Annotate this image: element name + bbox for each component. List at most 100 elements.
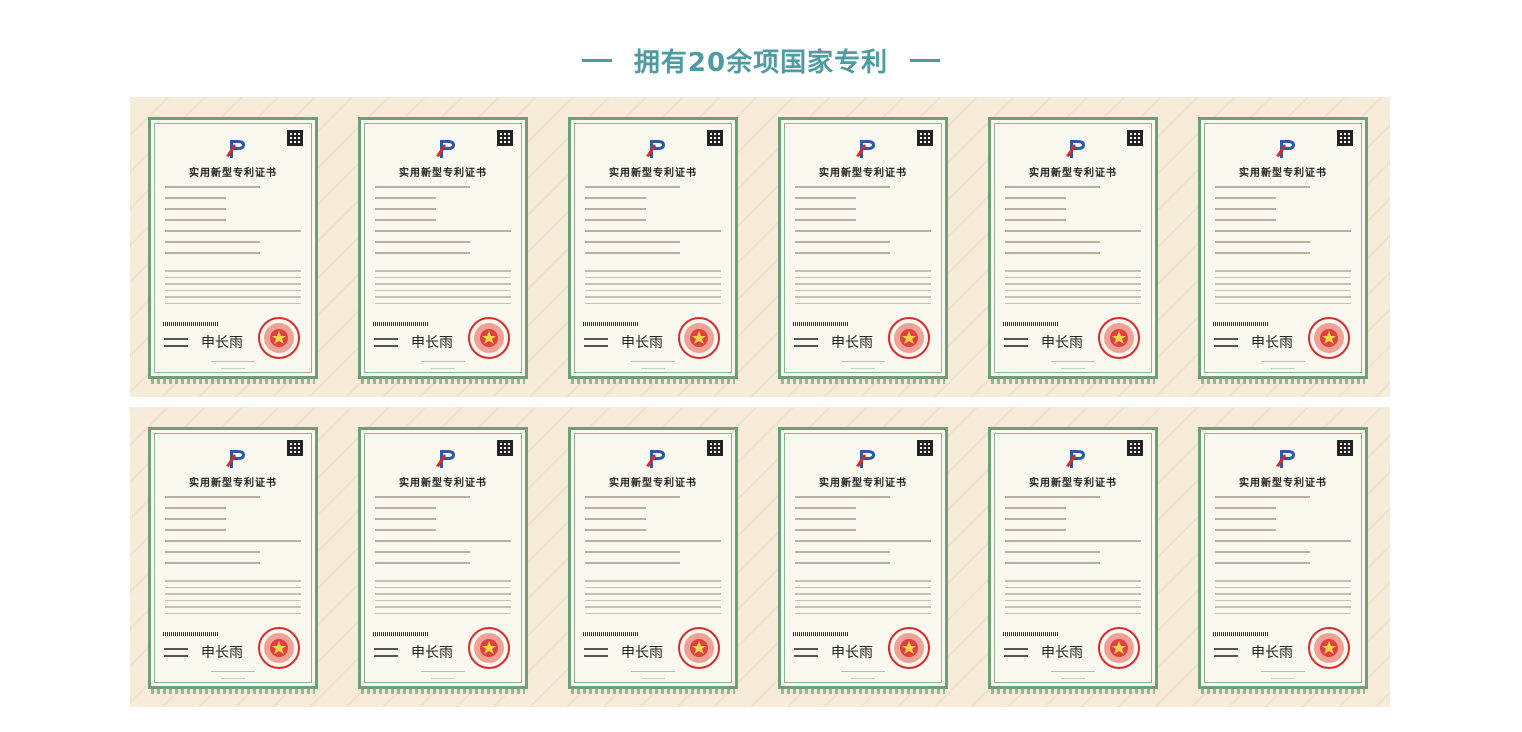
certificate-fields xyxy=(1005,186,1141,263)
barcode xyxy=(1003,632,1059,636)
barcode xyxy=(793,322,849,326)
certificate-body-text xyxy=(585,580,721,619)
certificate-body-text xyxy=(165,580,301,619)
cnipa-logo-icon xyxy=(436,450,455,468)
qr-code-icon xyxy=(1337,440,1353,456)
signature-labels xyxy=(1214,648,1238,662)
certificate-fields xyxy=(375,496,511,573)
barcode xyxy=(1003,322,1059,326)
certificate-body-text xyxy=(1215,270,1351,309)
cnipa-logo-icon xyxy=(1276,450,1295,468)
qr-code-icon xyxy=(287,130,303,146)
certificate-fields xyxy=(585,186,721,263)
signature: 申长雨 xyxy=(411,335,453,351)
red-seal-icon xyxy=(888,627,930,669)
signature: 申长雨 xyxy=(1251,645,1293,661)
signature-labels xyxy=(1004,338,1028,352)
barcode xyxy=(163,322,219,326)
certificate-body-text xyxy=(795,580,931,619)
patent-certificate: 实用新型专利证书 申长雨 xyxy=(1198,117,1368,384)
red-seal-icon xyxy=(1098,317,1140,359)
signature: 申长雨 xyxy=(831,335,873,351)
signature-labels xyxy=(584,648,608,662)
qr-code-icon xyxy=(1337,130,1353,146)
certificate-title: 实用新型专利证书 xyxy=(399,168,487,179)
patent-certificate: 实用新型专利证书 申长雨 xyxy=(1198,427,1368,694)
certificate-body-text xyxy=(375,580,511,619)
cnipa-logo-icon xyxy=(856,450,875,468)
patent-certificate: 实用新型专利证书 申长雨 xyxy=(148,117,318,384)
signature: 申长雨 xyxy=(411,645,453,661)
patent-certificate: 实用新型专利证书 申长雨 xyxy=(568,427,738,694)
red-seal-icon xyxy=(258,627,300,669)
signature-labels xyxy=(374,648,398,662)
certificate-body-text xyxy=(1215,580,1351,619)
certificate-body-text xyxy=(375,270,511,309)
signature-labels xyxy=(794,648,818,662)
signature: 申长雨 xyxy=(621,335,663,351)
certificate-title: 实用新型专利证书 xyxy=(189,478,277,489)
barcode xyxy=(583,322,639,326)
patent-certificate: 实用新型专利证书 申长雨 xyxy=(778,117,948,384)
cnipa-logo-icon xyxy=(226,450,245,468)
red-seal-icon xyxy=(888,317,930,359)
qr-code-icon xyxy=(707,130,723,146)
cnipa-logo-icon xyxy=(646,450,665,468)
cnipa-logo-icon xyxy=(1276,140,1295,158)
certificate-body-text xyxy=(795,270,931,309)
patent-certificate: 实用新型专利证书 申长雨 xyxy=(988,117,1158,384)
signature: 申长雨 xyxy=(1251,335,1293,351)
certificate-fields xyxy=(1005,496,1141,573)
patent-certificate: 实用新型专利证书 申长雨 xyxy=(148,427,318,694)
section-title: 拥有20余项国家专利 xyxy=(0,42,1522,79)
patent-certificate: 实用新型专利证书 申长雨 xyxy=(358,117,528,384)
signature-labels xyxy=(164,338,188,352)
signature-labels xyxy=(1004,648,1028,662)
certificate-fields xyxy=(795,496,931,573)
signature-labels xyxy=(584,338,608,352)
certificate-fields xyxy=(1215,496,1351,573)
certificate-title: 实用新型专利证书 xyxy=(819,478,907,489)
qr-code-icon xyxy=(917,440,933,456)
red-seal-icon xyxy=(1098,627,1140,669)
patent-certificate: 实用新型专利证书 申长雨 xyxy=(778,427,948,694)
barcode xyxy=(793,632,849,636)
patent-certificate: 实用新型专利证书 申长雨 xyxy=(358,427,528,694)
signature: 申长雨 xyxy=(201,335,243,351)
certificate-row-2: 实用新型专利证书 申长雨 实用新型专利证书 申长雨 实用新型专利证书 申长雨 实… xyxy=(130,407,1390,707)
red-seal-icon xyxy=(468,317,510,359)
certificate-fields xyxy=(1215,186,1351,263)
certificate-title: 实用新型专利证书 xyxy=(1239,478,1327,489)
signature-labels xyxy=(164,648,188,662)
certificate-body-text xyxy=(585,270,721,309)
cnipa-logo-icon xyxy=(1066,140,1085,158)
certificate-title: 实用新型专利证书 xyxy=(399,478,487,489)
signature-labels xyxy=(794,338,818,352)
barcode xyxy=(1213,322,1269,326)
barcode xyxy=(163,632,219,636)
certificate-fields xyxy=(165,496,301,573)
cnipa-logo-icon xyxy=(646,140,665,158)
certificate-title: 实用新型专利证书 xyxy=(609,168,697,179)
patent-certificate: 实用新型专利证书 申长雨 xyxy=(988,427,1158,694)
certificate-row-1: 实用新型专利证书 申长雨 实用新型专利证书 申长雨 实用新型专利证书 申长雨 实… xyxy=(130,97,1390,397)
signature: 申长雨 xyxy=(1041,335,1083,351)
certificate-title: 实用新型专利证书 xyxy=(819,168,907,179)
certificate-title: 实用新型专利证书 xyxy=(1239,168,1327,179)
cnipa-logo-icon xyxy=(436,140,455,158)
cnipa-logo-icon xyxy=(1066,450,1085,468)
qr-code-icon xyxy=(917,130,933,146)
signature: 申长雨 xyxy=(831,645,873,661)
qr-code-icon xyxy=(1127,130,1143,146)
qr-code-icon xyxy=(497,440,513,456)
qr-code-icon xyxy=(1127,440,1143,456)
qr-code-icon xyxy=(497,130,513,146)
certificate-title: 实用新型专利证书 xyxy=(609,478,697,489)
barcode xyxy=(583,632,639,636)
page-title: 拥有20余项国家专利 xyxy=(633,48,889,78)
red-seal-icon xyxy=(678,317,720,359)
cnipa-logo-icon xyxy=(856,140,875,158)
qr-code-icon xyxy=(287,440,303,456)
red-seal-icon xyxy=(468,627,510,669)
patent-certificate: 实用新型专利证书 申长雨 xyxy=(568,117,738,384)
